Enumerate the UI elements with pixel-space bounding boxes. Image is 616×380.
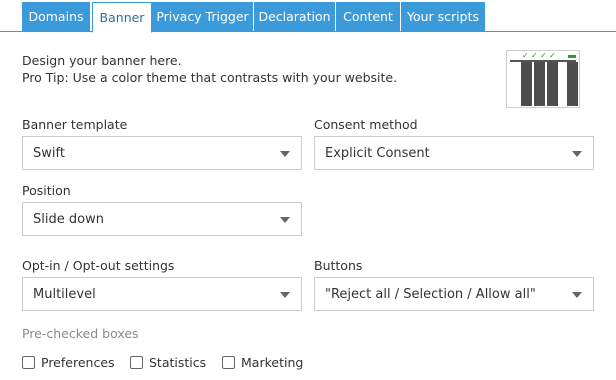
intro-line-2: Pro Tip: Use a color theme that contrast…	[22, 70, 398, 85]
tab-banner[interactable]: Banner	[92, 2, 152, 33]
tab-your-scripts[interactable]: Your scripts	[401, 2, 485, 31]
checkbox-preferences[interactable]: Preferences	[22, 353, 115, 371]
caret-down-icon	[572, 151, 582, 157]
check-icon: ✓	[522, 51, 529, 60]
preview-column	[567, 62, 578, 106]
caret-down-icon	[280, 217, 290, 223]
checkbox-label: Marketing	[241, 354, 304, 370]
consent-method-select[interactable]: Explicit Consent	[314, 136, 594, 170]
prechecked-label: Pre-checked boxes	[22, 326, 139, 341]
tab-domains[interactable]: Domains	[22, 2, 90, 31]
banner-preview-icon: ✓ ✓ ✓ ✓	[506, 50, 580, 108]
dash-icon	[568, 55, 576, 58]
checkbox-box[interactable]	[222, 355, 235, 369]
consent-method-label: Consent method	[314, 117, 418, 132]
check-icon: ✓	[540, 51, 547, 60]
tab-bar: Domains Banner Privacy Trigger Declarati…	[0, 0, 616, 33]
opt-settings-select[interactable]: Multilevel	[22, 277, 302, 311]
preview-column	[534, 62, 545, 106]
preview-column	[521, 62, 532, 106]
intro-text: Design your banner here. Pro Tip: Use a …	[22, 52, 397, 86]
checkbox-box[interactable]	[22, 355, 35, 369]
check-icon: ✓	[531, 51, 538, 60]
caret-down-icon	[280, 151, 290, 157]
checkbox-label: Statistics	[149, 354, 207, 370]
checkbox-statistics[interactable]: Statistics	[130, 353, 206, 371]
position-value: Slide down	[33, 211, 104, 227]
tab-privacy-trigger[interactable]: Privacy Trigger	[152, 2, 253, 31]
opt-settings-label: Opt-in / Opt-out settings	[22, 258, 175, 273]
position-label: Position	[22, 183, 71, 198]
tab-declaration[interactable]: Declaration	[254, 2, 335, 31]
banner-template-value: Swift	[33, 145, 65, 161]
checkbox-label: Preferences	[41, 354, 115, 370]
check-icon: ✓	[549, 51, 556, 60]
consent-method-value: Explicit Consent	[325, 145, 430, 161]
intro-line-1: Design your banner here.	[22, 53, 182, 68]
position-select[interactable]: Slide down	[22, 202, 302, 236]
banner-template-label: Banner template	[22, 117, 128, 132]
checkbox-marketing[interactable]: Marketing	[222, 353, 303, 371]
caret-down-icon	[572, 292, 582, 298]
checkbox-box[interactable]	[130, 355, 143, 369]
buttons-value: "Reject all / Selection / Allow all"	[325, 286, 536, 302]
preview-column	[547, 62, 558, 106]
caret-down-icon	[280, 292, 290, 298]
opt-settings-value: Multilevel	[33, 286, 96, 302]
tab-content[interactable]: Content	[336, 2, 400, 31]
banner-template-select[interactable]: Swift	[22, 136, 302, 170]
buttons-label: Buttons	[314, 258, 363, 273]
buttons-select[interactable]: "Reject all / Selection / Allow all"	[314, 277, 594, 311]
